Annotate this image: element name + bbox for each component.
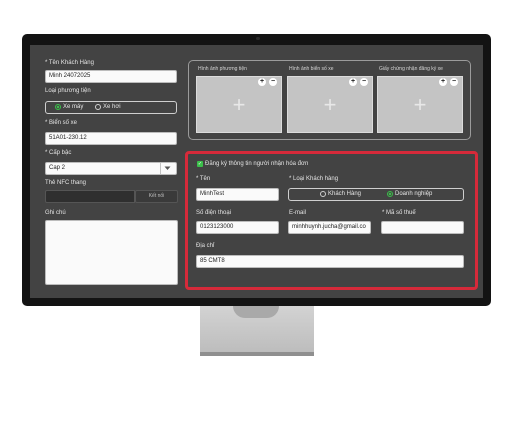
notes-label: Ghi chú	[45, 210, 66, 216]
invoice-name-input[interactable]: MinhTest	[196, 188, 279, 201]
select-divider	[160, 163, 161, 174]
customer-name-label: * Tên Khách Hàng	[45, 60, 94, 66]
vehicle-option-label: Xe máy	[63, 104, 84, 110]
invoice-name-label: * Tên	[196, 176, 211, 182]
stand-base	[200, 352, 314, 356]
connect-button[interactable]: Kết nối	[135, 190, 178, 203]
email-label: E-mail	[289, 210, 307, 216]
camera-icon	[256, 37, 260, 40]
plate-input[interactable]: 51A01-230.12	[45, 132, 177, 145]
vehicle-option-label: Xe hơi	[103, 104, 121, 110]
registration-photo-title: Giấy chứng nhận đăng ký xe	[379, 66, 443, 72]
customer-type-business[interactable]: Doanh nghiệp	[387, 191, 432, 197]
add-image-placeholder-icon: +	[232, 91, 246, 117]
minus-icon[interactable]: −	[450, 78, 458, 86]
address-input[interactable]: 85 CMT8	[196, 255, 464, 268]
radio-selected-icon	[387, 191, 393, 197]
minus-icon[interactable]: −	[360, 78, 368, 86]
level-select[interactable]: Cap 2	[45, 162, 177, 175]
stand-hinge	[233, 306, 279, 318]
customer-type-individual[interactable]: Khách Hàng	[320, 191, 361, 197]
vehicle-option-car[interactable]: Xe hơi	[95, 104, 121, 110]
customer-type-group	[288, 188, 464, 201]
check-icon[interactable]: ✓	[197, 161, 203, 167]
phone-input[interactable]: 0123123000	[196, 221, 279, 234]
radio-selected-icon	[55, 104, 61, 110]
level-label: * Cấp bậc	[45, 150, 72, 156]
customer-type-option-label: Khách Hàng	[328, 191, 362, 197]
customer-type-option-label: Doanh nghiệp	[395, 191, 433, 197]
plus-icon[interactable]: +	[349, 78, 357, 86]
plus-icon[interactable]: +	[258, 78, 266, 86]
customer-name-input[interactable]: Minh 24072025	[45, 70, 177, 83]
add-image-placeholder-icon: +	[323, 91, 337, 117]
minus-icon[interactable]: −	[269, 78, 277, 86]
nfc-input[interactable]	[45, 190, 135, 203]
chevron-down-icon[interactable]	[164, 166, 171, 171]
phone-label: Số điện thoại	[196, 210, 232, 216]
plate-label: * Biển số xe	[45, 120, 78, 126]
radio-empty-icon	[95, 104, 101, 110]
address-label: Địa chỉ	[196, 243, 215, 249]
nfc-label: Thẻ NFC thang	[45, 180, 87, 186]
vehicle-option-motorbike[interactable]: Xe máy	[55, 104, 83, 110]
customer-type-label: * Loại Khách hàng	[289, 176, 339, 182]
vehicle-photo-title: Hình ảnh phương tiện	[198, 66, 247, 72]
plate-photo-title: Hình ảnh biển số xe	[289, 66, 334, 72]
invoice-register-label: Đăng ký thông tin người nhận hóa đơn	[205, 161, 309, 167]
email-input[interactable]: minhhuynh.jucha@gmail.co	[288, 221, 371, 234]
tax-code-input[interactable]	[381, 221, 464, 234]
plus-icon[interactable]: +	[439, 78, 447, 86]
add-image-placeholder-icon: +	[413, 91, 427, 117]
tax-code-label: * Mã số thuế	[382, 210, 416, 216]
radio-empty-icon	[320, 191, 326, 197]
vehicle-type-label: Loại phương tiện	[45, 88, 91, 94]
notes-textarea[interactable]	[45, 220, 178, 285]
